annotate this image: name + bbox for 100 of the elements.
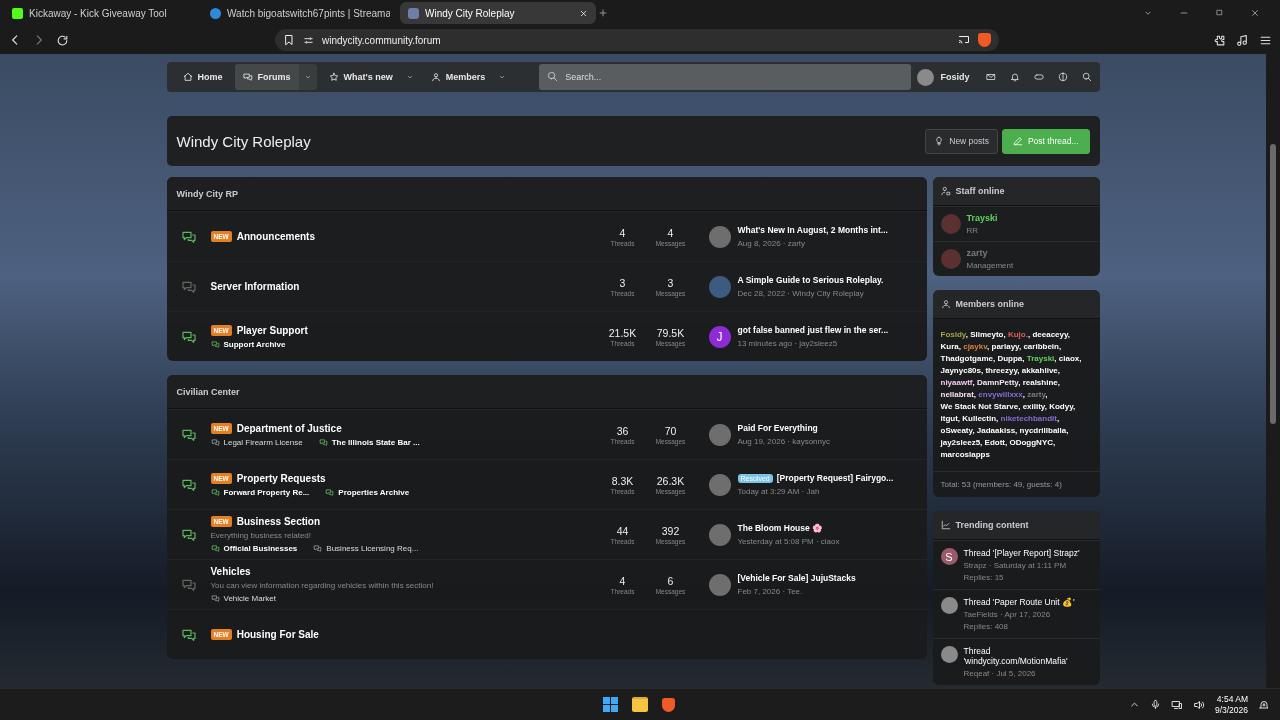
forum-title-link[interactable]: Business Section	[236, 516, 321, 527]
address-bar[interactable]: windycity.community.forum	[275, 29, 999, 51]
avatar-placeholder[interactable]	[708, 423, 731, 446]
scrollbar[interactable]	[1266, 54, 1280, 688]
cast-icon[interactable]	[958, 34, 970, 46]
network-icon[interactable]	[1170, 698, 1183, 711]
volume-icon[interactable]	[1192, 698, 1205, 711]
contrast-icon[interactable]	[1057, 72, 1068, 82]
caret-icon	[405, 73, 414, 81]
nav-tab[interactable]: Forums	[234, 64, 299, 90]
nav-tab[interactable]: Members	[422, 64, 494, 90]
new-posts-button[interactable]: New posts	[925, 128, 998, 154]
subforum-link[interactable]: Forward Property Re...	[223, 487, 310, 497]
avatar-placeholder[interactable]	[708, 225, 731, 248]
user-avatar[interactable]	[917, 68, 935, 86]
thread-link[interactable]: Thread 'windycity.com/MotionMafia'	[963, 646, 1092, 666]
nav-tab[interactable]: What's new	[320, 64, 401, 90]
windows-start-icon[interactable]	[603, 697, 618, 712]
member-link[interactable]: Thadgotgame	[940, 354, 993, 363]
forum-title-link[interactable]: Player Support	[236, 324, 308, 336]
avatar-placeholder[interactable]	[708, 473, 731, 496]
member-link[interactable]: ODoggNYC	[1009, 438, 1053, 447]
member-link[interactable]: nellabrat	[940, 390, 974, 399]
avatar-placeholder[interactable]	[940, 646, 958, 663]
subforum-link[interactable]: Official Businesses	[223, 544, 298, 553]
new-tab-icon[interactable]	[598, 8, 608, 18]
member-link[interactable]: marcoslapps	[940, 450, 990, 459]
forum-title-link[interactable]: Property Requests	[236, 472, 326, 484]
avatar-placeholder[interactable]	[940, 597, 958, 614]
member-link[interactable]: Edott	[984, 438, 1005, 447]
site-settings-icon[interactable]	[303, 34, 314, 46]
member-link[interactable]: niketechbandit	[1000, 414, 1057, 423]
last-post-link[interactable]: Paid For Everything	[737, 423, 818, 433]
subforum-link[interactable]: Properties Archive	[338, 487, 410, 497]
staff-name-link[interactable]: zarty	[966, 248, 988, 258]
search-icon[interactable]	[1081, 72, 1092, 82]
category-header[interactable]: Civilian Center	[166, 375, 927, 409]
nav-tab[interactable]: Home	[174, 64, 231, 90]
member-link[interactable]: niyaawtf	[940, 378, 973, 387]
subforum-link[interactable]: Vehicle Market	[223, 594, 276, 603]
forum-title-link[interactable]: Housing For Sale	[236, 629, 319, 640]
forum-title-link[interactable]: Department of Justice	[236, 422, 342, 434]
maximize-icon[interactable]	[1215, 8, 1224, 17]
browser-tab[interactable]: Windy City Roleplay	[400, 2, 596, 24]
last-post-link[interactable]: got false banned just flew in the ser...	[737, 325, 889, 335]
subforum-link[interactable]: Support Archive	[223, 339, 286, 349]
clock-date[interactable]: 9/3/2026	[1214, 705, 1248, 715]
close-icon[interactable]	[579, 8, 588, 18]
toggle-icon[interactable]	[1033, 72, 1044, 82]
bell-icon[interactable]	[1009, 72, 1020, 82]
search-field[interactable]: Search...	[539, 64, 912, 90]
username-link[interactable]: Fosidy	[940, 72, 970, 82]
last-post-link[interactable]: [Property Request] Fairygo...	[776, 473, 894, 483]
shield-icon[interactable]	[978, 33, 991, 47]
last-post-link[interactable]: [Vehicle For Sale] JujuStacks	[737, 573, 856, 583]
clock-time[interactable]: 4:54 AM	[1216, 694, 1248, 704]
member-link[interactable]: itgut	[940, 414, 958, 423]
member-link[interactable]: Fosidy	[940, 330, 966, 339]
microphone-icon[interactable]	[1149, 699, 1161, 710]
forum-title-link[interactable]: Server Information	[210, 281, 300, 292]
forum-title-link[interactable]: Vehicles	[210, 566, 251, 577]
last-post-link[interactable]: The Bloom House 🌸	[737, 523, 824, 533]
member-link[interactable]: Kujo.	[1007, 330, 1028, 339]
forum-description: You can view information regarding vehicles within this section!	[210, 581, 435, 590]
search-icon	[547, 71, 559, 82]
subforum-link[interactable]: Legal Firearm License	[223, 437, 303, 447]
logo-avatar[interactable]	[708, 275, 731, 298]
reload-icon[interactable]	[56, 33, 69, 47]
member-link[interactable]: akkahlive	[1021, 366, 1058, 375]
subforum-link[interactable]: The Illinois State Bar ...	[331, 437, 420, 447]
thread-meta: Reqeaf · Jul 5, 2026	[963, 669, 1037, 678]
last-post-link[interactable]: A Simple Guide to Serious Roleplay.	[737, 275, 884, 285]
forum-title-link[interactable]: Announcements	[236, 231, 315, 242]
avatar[interactable]: J	[708, 325, 731, 348]
avatar-placeholder[interactable]	[708, 523, 731, 546]
member-link[interactable]: deeaceyy	[1032, 330, 1068, 339]
avatar-placeholder[interactable]	[708, 573, 731, 596]
extensions-icon[interactable]	[1213, 33, 1226, 47]
category-header[interactable]: Windy City RP	[166, 177, 927, 211]
member-link[interactable]: caribbein	[1023, 342, 1059, 351]
shield-icon[interactable]	[662, 697, 675, 712]
thread-link[interactable]: Thread 'Paper Route Unit 💰'	[963, 597, 1075, 607]
last-post-link[interactable]: What's New In August, 2 Months int...	[737, 225, 888, 235]
notification-icon[interactable]	[1258, 698, 1270, 711]
subforum-link[interactable]: Business Licensing Req...	[326, 544, 419, 553]
avatar[interactable]: S	[940, 548, 958, 565]
member-link[interactable]: exility	[1022, 402, 1045, 411]
member-link[interactable]: parlayy	[991, 342, 1019, 351]
close-icon[interactable]	[1250, 8, 1260, 18]
browser-tab[interactable]: Kickaway - Kick Giveaway Tool	[4, 2, 200, 24]
member-link[interactable]: envywillxxx	[978, 390, 1023, 399]
member-link[interactable]: Kura	[940, 342, 959, 351]
bookmark-icon[interactable]	[283, 34, 295, 46]
last-post-meta: Aug 19, 2026 · kaysonnyc	[737, 437, 830, 446]
member-link[interactable]: realshine	[1022, 378, 1058, 387]
media-icon[interactable]	[1236, 33, 1249, 47]
staff-name-link[interactable]: Trayski	[966, 213, 998, 223]
envelope-icon[interactable]	[985, 72, 996, 82]
member-link[interactable]: Jaynyc80s	[940, 366, 981, 375]
thread-link[interactable]: Thread '[Player Report] Strapz'	[963, 548, 1080, 558]
